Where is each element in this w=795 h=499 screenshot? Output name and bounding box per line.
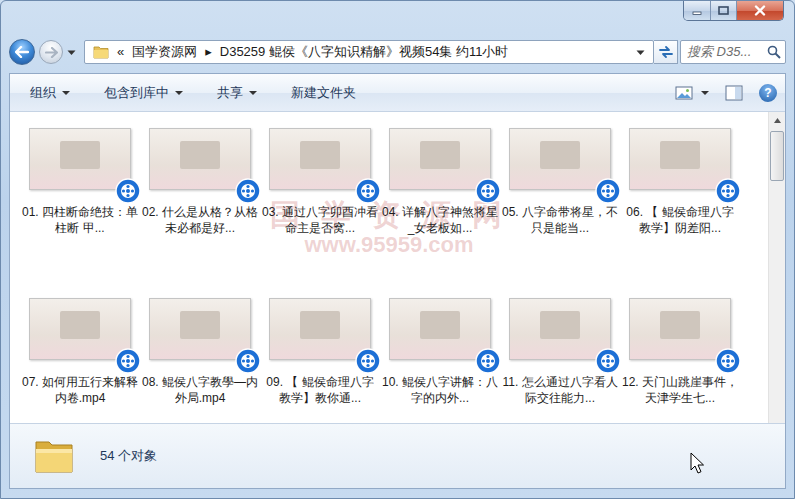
video-file-icon (715, 348, 741, 374)
back-arrow-icon (15, 46, 29, 58)
refresh-button[interactable] (654, 40, 678, 64)
command-bar: 组织包含到库中共享新建文件夹? (10, 74, 785, 112)
overflow-chevron[interactable]: « (117, 42, 124, 62)
scroll-up-icon (774, 118, 781, 123)
close-icon (754, 5, 766, 16)
breadcrumb-separator[interactable]: ▸ (205, 42, 212, 62)
file-name[interactable]: 06. 【 鲲侯命理八字教学】阴差阳... (622, 204, 738, 236)
toolbar-button[interactable]: 组织 (24, 79, 82, 107)
file-name[interactable]: 02. 什么是从格？从格未必都是好... (142, 204, 258, 236)
forward-button[interactable] (39, 40, 63, 64)
video-thumbnail (509, 128, 611, 190)
video-file-icon (595, 348, 621, 374)
video-thumbnail (29, 298, 131, 360)
view-icon (675, 86, 693, 100)
file-name[interactable]: 04. 详解八字神煞将星_女老板如... (382, 204, 498, 236)
file-name[interactable]: 07. 如何用五行来解释内卷.mp4 (22, 374, 138, 406)
file-item[interactable]: 06. 【 鲲侯命理八字教学】阴差阳... (620, 126, 740, 296)
video-file-icon (115, 348, 141, 374)
file-name[interactable]: 12. 天门山跳崖事件，天津学生七... (622, 374, 738, 406)
video-file-icon (355, 348, 381, 374)
back-button[interactable] (9, 39, 35, 65)
video-thumbnail (509, 298, 611, 360)
video-file-icon (355, 178, 381, 204)
file-name[interactable]: 03. 通过八字卯酉冲看命主是否窝... (262, 204, 378, 236)
minimize-icon (692, 7, 702, 15)
refresh-icon (658, 45, 674, 59)
file-name[interactable]: 10. 鲲侯八字讲解：八字的内外... (382, 374, 498, 406)
video-file-icon (475, 348, 501, 374)
scroll-thumb[interactable] (770, 131, 784, 181)
file-item[interactable]: 12. 天门山跳崖事件，天津学生七... (620, 296, 740, 423)
scroll-up-button[interactable] (769, 112, 785, 129)
toolbar-button[interactable]: 包含到库中 (98, 79, 195, 107)
video-thumbnail (29, 128, 131, 190)
explorer-panel: 组织包含到库中共享新建文件夹?国 学 资 源 网www.95959.com01.… (9, 73, 786, 489)
folder-icon (34, 438, 74, 474)
file-name[interactable]: 09. 【 鲲侯命理八字教学】教你通... (262, 374, 378, 406)
toolbar-button[interactable]: 共享 (211, 79, 269, 107)
dropdown-caret-icon (249, 91, 257, 95)
mouse-cursor-icon (690, 452, 704, 474)
view-button[interactable] (675, 86, 709, 100)
video-file-icon (235, 178, 261, 204)
video-thumbnail (269, 128, 371, 190)
video-thumbnail (629, 128, 731, 190)
file-name[interactable]: 08. 鲲侯八字教學—内外局.mp4 (142, 374, 258, 406)
video-file-icon (715, 178, 741, 204)
history-dropdown-icon[interactable] (67, 50, 76, 56)
file-item[interactable]: 08. 鲲侯八字教學—内外局.mp4 (140, 296, 260, 423)
file-item[interactable]: 07. 如何用五行来解释内卷.mp4 (20, 296, 140, 423)
search-input[interactable] (681, 42, 761, 62)
video-thumbnail (149, 128, 251, 190)
view-dropdown-icon (701, 91, 709, 95)
forward-arrow-icon (45, 47, 58, 58)
video-file-icon (235, 348, 261, 374)
file-name[interactable]: 05. 八字命带将星，不只是能当... (502, 204, 618, 236)
search-box[interactable] (680, 40, 786, 64)
video-thumbnail (269, 298, 371, 360)
video-file-icon (115, 178, 141, 204)
breadcrumb[interactable]: 国学资源网 (132, 42, 197, 62)
minimize-button[interactable] (684, 1, 711, 20)
dropdown-caret-icon (62, 91, 70, 95)
breadcrumb[interactable]: D35259 鲲侯《八字知识精解》视频54集 约11小时 (220, 42, 509, 62)
video-file-icon (475, 178, 501, 204)
file-item[interactable]: 09. 【 鲲侯命理八字教学】教你通... (260, 296, 380, 423)
help-button[interactable]: ? (759, 84, 777, 102)
video-thumbnail (389, 128, 491, 190)
video-thumbnail (629, 298, 731, 360)
file-item[interactable]: 01. 四柱断命绝技：单柱断 甲... (20, 126, 140, 296)
folder-icon (93, 45, 109, 59)
preview-pane-icon[interactable] (725, 85, 743, 101)
video-file-icon (595, 178, 621, 204)
vertical-scrollbar[interactable] (768, 112, 785, 423)
details-pane: 54 个对象 (10, 423, 785, 488)
file-item[interactable]: 10. 鲲侯八字讲解：八字的内外... (380, 296, 500, 423)
file-name[interactable]: 01. 四柱断命绝技：单柱断 甲... (22, 204, 138, 236)
address-bar[interactable]: « 国学资源网 ▸ D35259 鲲侯《八字知识精解》视频54集 约11小时 (84, 40, 654, 64)
file-item[interactable]: 04. 详解八字神煞将星_女老板如... (380, 126, 500, 296)
file-item[interactable]: 02. 什么是从格？从格未必都是好... (140, 126, 260, 296)
file-name[interactable]: 11. 怎么通过八字看人际交往能力... (502, 374, 618, 406)
file-view: 国 学 资 源 网www.95959.com01. 四柱断命绝技：单柱断 甲..… (10, 112, 785, 423)
close-button[interactable] (737, 1, 783, 20)
caption-buttons (683, 1, 784, 21)
explorer-window: « 国学资源网 ▸ D35259 鲲侯《八字知识精解》视频54集 约11小时组织包含到… (0, 0, 795, 499)
file-item[interactable]: 03. 通过八字卯酉冲看命主是否窝... (260, 126, 380, 296)
dropdown-caret-icon (175, 91, 183, 95)
video-thumbnail (389, 298, 491, 360)
file-item[interactable]: 11. 怎么通过八字看人际交往能力... (500, 296, 620, 423)
item-count: 54 个对象 (100, 446, 157, 466)
file-item[interactable]: 05. 八字命带将星，不只是能当... (500, 126, 620, 296)
search-icon (767, 45, 781, 59)
toolbar-button[interactable]: 新建文件夹 (285, 79, 368, 107)
title-bar (9, 1, 786, 36)
address-dropdown-icon[interactable] (636, 50, 645, 56)
file-grid: 01. 四柱断命绝技：单柱断 甲...02. 什么是从格？从格未必都是好...0… (10, 112, 768, 423)
maximize-button[interactable] (711, 1, 737, 20)
video-thumbnail (149, 298, 251, 360)
address-row: « 国学资源网 ▸ D35259 鲲侯《八字知识精解》视频54集 约11小时 (9, 36, 786, 68)
maximize-icon (718, 6, 729, 15)
